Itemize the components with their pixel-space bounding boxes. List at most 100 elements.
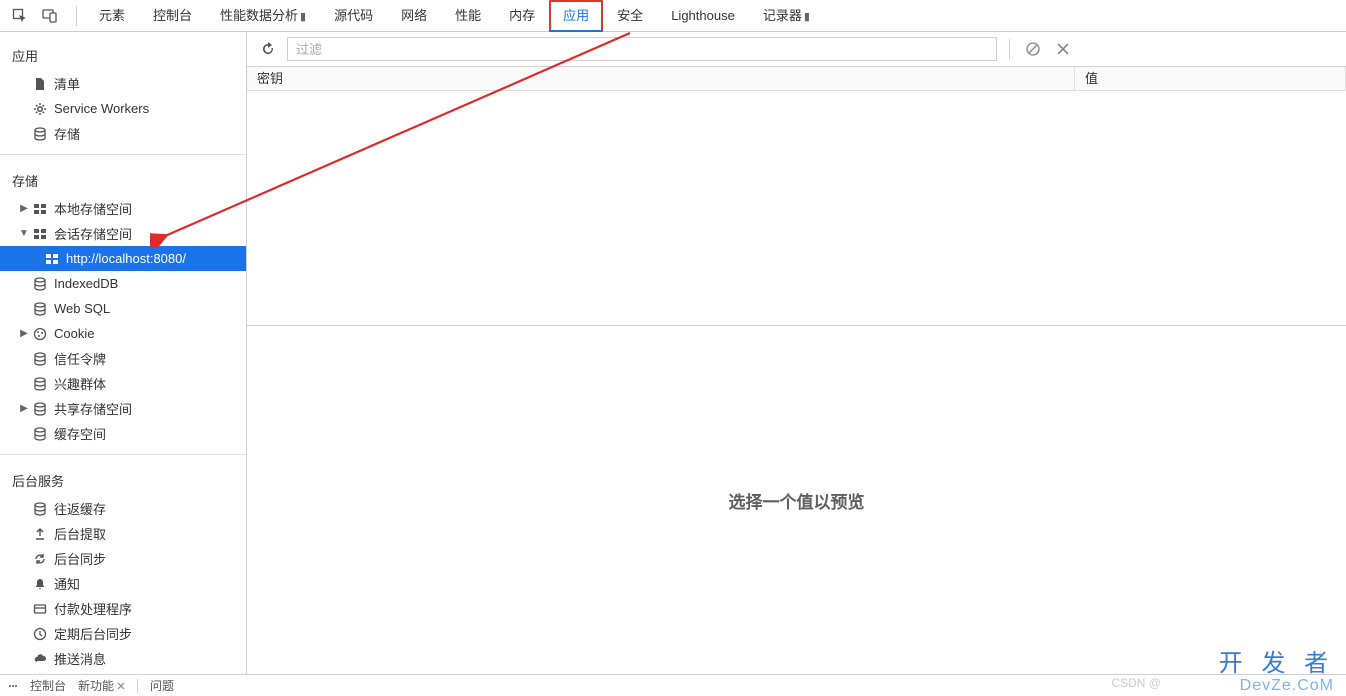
footer-whatsnew[interactable]: 新功能 — [78, 677, 125, 694]
clear-icon[interactable] — [1022, 38, 1044, 60]
tree-item-label: 存储 — [54, 124, 80, 143]
separator — [137, 679, 138, 693]
db-icon — [32, 301, 48, 317]
db-icon — [32, 401, 48, 417]
tree-item[interactable]: 信任令牌 — [0, 346, 246, 371]
db-icon — [32, 426, 48, 442]
content-pane: 密钥 值 选择一个值以预览 — [247, 32, 1346, 674]
watermark-main: 开 发 者 — [1219, 643, 1334, 678]
sidebar-scroll[interactable]: 应用清单Service Workers存储存储▶本地存储空间▼会话存储空间htt… — [0, 32, 246, 674]
section-title: 存储 — [0, 163, 246, 196]
device-toggle-icon[interactable] — [38, 4, 62, 28]
tree-item[interactable]: 推送消息 — [0, 646, 246, 671]
tab-性能数据分析[interactable]: 性能数据分析▮ — [206, 0, 320, 32]
watermark-csdn: CSDN @ — [1111, 676, 1161, 690]
tree-item[interactable]: 付款处理程序 — [0, 596, 246, 621]
grid-icon — [32, 201, 48, 217]
footer-issues[interactable]: 问题 — [150, 677, 174, 694]
tree-item-label: 缓存空间 — [54, 424, 106, 443]
tree-item[interactable]: 兴趣群体 — [0, 371, 246, 396]
cloud-icon — [32, 651, 48, 667]
separator — [0, 154, 246, 155]
tree-item[interactable]: ▶ Cookie — [0, 321, 246, 346]
tree-item-label: 后台提取 — [54, 524, 106, 543]
tab-源代码[interactable]: 源代码 — [320, 0, 387, 32]
tree-item-label: 通知 — [54, 574, 80, 593]
expand-icon[interactable]: ▼ — [18, 228, 30, 239]
tree-item-label: 兴趣群体 — [54, 374, 106, 393]
section-title: 后台服务 — [0, 463, 246, 496]
inspect-element-icon[interactable] — [8, 4, 32, 28]
tree-item[interactable]: Service Workers — [0, 96, 246, 121]
footer-console[interactable]: 控制台 — [30, 677, 66, 694]
tree-item[interactable]: 缓存空间 — [0, 421, 246, 446]
table-body[interactable] — [247, 91, 1346, 325]
tree-item-label: 会话存储空间 — [54, 224, 132, 243]
tree-item-label: 定期后台同步 — [54, 624, 132, 643]
tree-item-label: http://localhost:8080/ — [66, 251, 186, 266]
tree-item-label: 后台同步 — [54, 549, 106, 568]
tab-网络[interactable]: 网络 — [387, 0, 441, 32]
close-icon[interactable] — [1052, 38, 1074, 60]
tree-item[interactable]: 清单 — [0, 71, 246, 96]
tree-item[interactable]: ▶ 共享存储空间 — [0, 396, 246, 421]
drawer-toggle-icon[interactable] — [8, 681, 18, 691]
tree-item-label: 往返缓存 — [54, 499, 106, 518]
tab-应用[interactable]: 应用 — [549, 0, 603, 32]
gear-icon — [32, 101, 48, 117]
grid-icon — [32, 226, 48, 242]
db-icon — [32, 126, 48, 142]
expand-icon[interactable]: ▶ — [18, 203, 30, 214]
db-icon — [32, 376, 48, 392]
table-header: 密钥 值 — [247, 67, 1346, 91]
tree-item[interactable]: 后台提取 — [0, 521, 246, 546]
column-key[interactable]: 密钥 — [247, 67, 1075, 90]
tab-性能[interactable]: 性能 — [441, 0, 495, 32]
bell-icon — [32, 576, 48, 592]
tree-item-label: 信任令牌 — [54, 349, 106, 368]
card-icon — [32, 601, 48, 617]
tree-item[interactable]: 定期后台同步 — [0, 621, 246, 646]
column-value[interactable]: 值 — [1075, 67, 1346, 90]
tab-记录器[interactable]: 记录器▮ — [749, 0, 824, 32]
devtools-tabbar: 元素控制台性能数据分析▮源代码网络性能内存应用安全Lighthouse记录器▮ — [0, 0, 1346, 32]
tree-item[interactable]: ▼ 会话存储空间 — [0, 221, 246, 246]
tree-item-label: 付款处理程序 — [54, 599, 132, 618]
storage-table: 密钥 值 — [247, 66, 1346, 326]
tree-item-label: Service Workers — [54, 101, 149, 116]
separator — [1009, 39, 1010, 59]
db-icon — [32, 501, 48, 517]
tree-item[interactable]: http://localhost:8080/ — [0, 246, 246, 271]
tab-安全[interactable]: 安全 — [603, 0, 657, 32]
tab-元素[interactable]: 元素 — [85, 0, 139, 32]
clock-icon — [32, 626, 48, 642]
refresh-icon[interactable] — [257, 38, 279, 60]
tree-item[interactable]: 后台同步 — [0, 546, 246, 571]
tabs-container: 元素控制台性能数据分析▮源代码网络性能内存应用安全Lighthouse记录器▮ — [85, 0, 824, 32]
tree-item-label: Cookie — [54, 326, 94, 341]
tree-item-label: 推送消息 — [54, 649, 106, 668]
expand-icon[interactable]: ▶ — [18, 328, 30, 339]
filter-input[interactable] — [287, 37, 997, 61]
grid-icon — [44, 251, 60, 267]
expand-icon[interactable]: ▶ — [18, 403, 30, 414]
preview-empty: 选择一个值以预览 — [247, 326, 1346, 674]
tab-内存[interactable]: 内存 — [495, 0, 549, 32]
tree-item[interactable]: ▶ 本地存储空间 — [0, 196, 246, 221]
tree-item-label: 清单 — [54, 74, 80, 93]
tree-item[interactable]: Web SQL — [0, 296, 246, 321]
watermark-sub: DevZe.CoM — [1240, 677, 1334, 695]
cookie-icon — [32, 326, 48, 342]
tree-item[interactable]: IndexedDB — [0, 271, 246, 296]
tab-Lighthouse[interactable]: Lighthouse — [657, 0, 749, 32]
tree-item[interactable]: 往返缓存 — [0, 496, 246, 521]
filter-toolbar — [247, 32, 1346, 66]
tree-item[interactable]: 存储 — [0, 121, 246, 146]
tree-item[interactable]: 通知 — [0, 571, 246, 596]
tree-item-label: 共享存储空间 — [54, 399, 132, 418]
tree-item-label: 本地存储空间 — [54, 199, 132, 218]
tab-控制台[interactable]: 控制台 — [139, 0, 206, 32]
tree-item-label: IndexedDB — [54, 276, 118, 291]
db-icon — [32, 276, 48, 292]
separator — [0, 454, 246, 455]
